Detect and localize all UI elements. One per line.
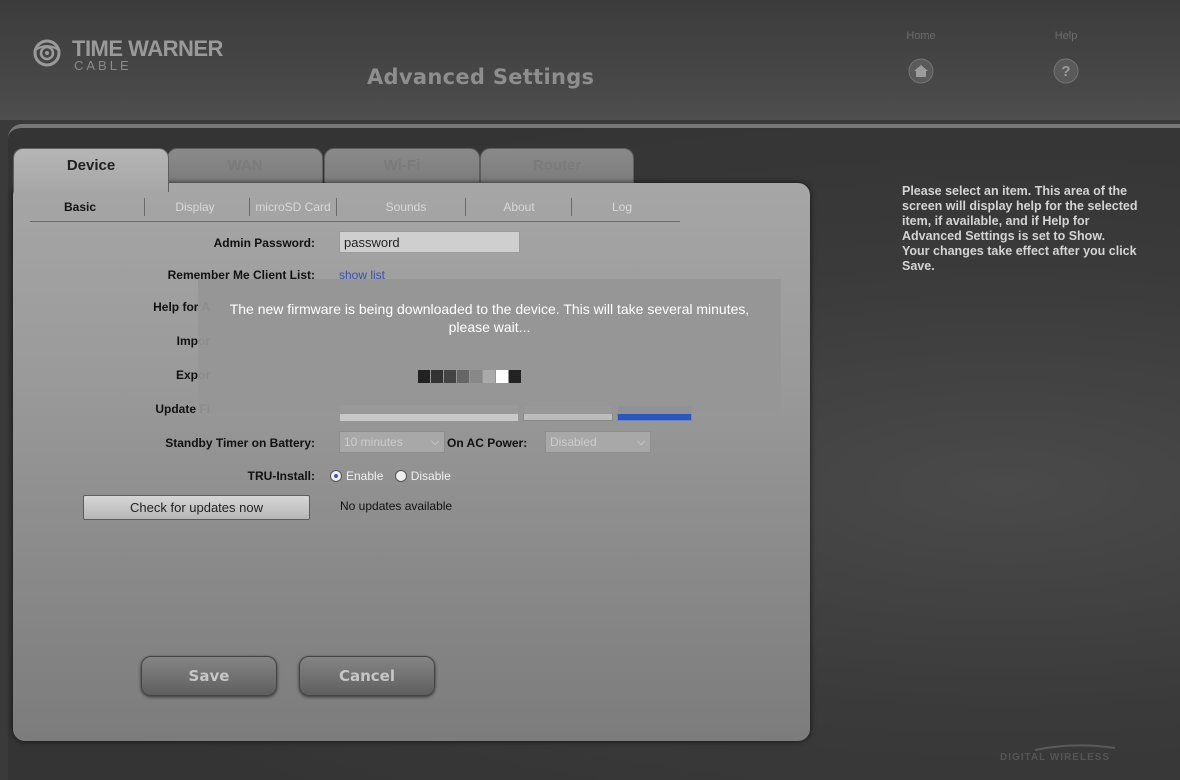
help-panel: Please select an item. This area of the … [902,184,1152,274]
tab-wifi[interactable]: Wi-Fi [324,148,480,188]
help-for-advanced-label: Help for A [153,300,210,314]
help-icon: ? [1053,58,1079,84]
page-title: Advanced Settings [367,65,595,89]
update-firmware-label: Update Fi [155,402,210,416]
admin-password-input[interactable]: password [339,231,520,253]
progress-block [509,370,521,383]
progress-block [418,370,430,383]
twc-logo: TIME WARNER CABLE [32,36,232,80]
progress-block [470,370,482,383]
progress-block [444,370,456,383]
check-for-updates-button[interactable]: Check for updates now [83,495,310,520]
chevron-down-icon: ⌵ [430,436,440,448]
subtab-basic[interactable]: Basic [50,196,110,220]
twc-eye-logo-icon [33,39,61,67]
subtab-log[interactable]: Log [598,196,646,220]
subtab-divider [465,198,466,216]
brand-swoosh-icon [1035,744,1115,751]
import-label: Impor [176,334,210,348]
progress-block [431,370,443,383]
nav-home-button[interactable]: Home [891,30,951,90]
tru-disable-radio[interactable] [394,470,407,482]
tru-install-label: TRU-Install: [247,469,315,483]
header-bar: TIME WARNER CABLE Advanced Settings Home… [0,0,1180,120]
brand-corner-text: DIGITAL WIRELESS [1000,752,1111,763]
progress-indicator [418,370,521,383]
chevron-down-icon: ⌵ [636,436,646,448]
progress-block [483,370,495,383]
save-button[interactable]: Save [141,656,277,696]
cancel-button[interactable]: Cancel [299,656,435,696]
logo-text-secondary: CABLE [74,58,132,73]
update-status-text: No updates available [340,499,453,513]
help-text-save-note: Your changes take effect after you click… [902,244,1137,273]
admin-password-label: Admin Password: [213,236,315,250]
tru-enable-label: Enable [346,469,384,483]
tab-device[interactable]: Device [13,148,169,192]
subtab-divider [249,198,250,216]
subtab-divider [144,198,145,216]
subtab-bar: Basic Display microSD Card Sounds About … [30,196,680,222]
subtab-divider [571,198,572,216]
svg-text:?: ? [1061,63,1070,80]
tru-install-radio-group: Enable Disable [330,469,459,483]
subtab-sounds[interactable]: Sounds [365,196,447,220]
tru-enable-radio[interactable] [330,470,342,482]
progress-block [496,370,508,383]
subtab-microsd-card[interactable]: microSD Card [252,196,334,220]
tru-disable-label: Disable [410,469,451,483]
nav-help-button[interactable]: Help ? [1036,30,1096,90]
standby-timer-value: 10 minutes [344,435,403,449]
tab-router[interactable]: Router [480,148,634,188]
subtab-display[interactable]: Display [162,196,228,220]
standby-timer-label: Standby Timer on Battery: [165,436,315,450]
nav-home-label: Home [906,30,936,42]
dialog-message: The new firmware is being downloaded to … [229,301,750,335]
ac-power-value: Disabled [550,435,597,449]
export-label: Expor [175,368,210,382]
home-icon [908,58,934,84]
subtab-divider [336,198,337,216]
subtab-about[interactable]: About [485,196,553,220]
ac-power-label: On AC Power: [447,436,528,450]
tab-wan[interactable]: WAN [167,148,323,188]
ac-power-select[interactable]: Disabled ⌵ [545,431,651,453]
standby-timer-select[interactable]: 10 minutes ⌵ [339,431,445,453]
firmware-download-dialog: The new firmware is being downloaded to … [198,279,781,414]
nav-help-label: Help [1054,30,1078,42]
help-text-intro: Please select an item. This area of the … [902,184,1138,243]
progress-block [457,370,469,383]
